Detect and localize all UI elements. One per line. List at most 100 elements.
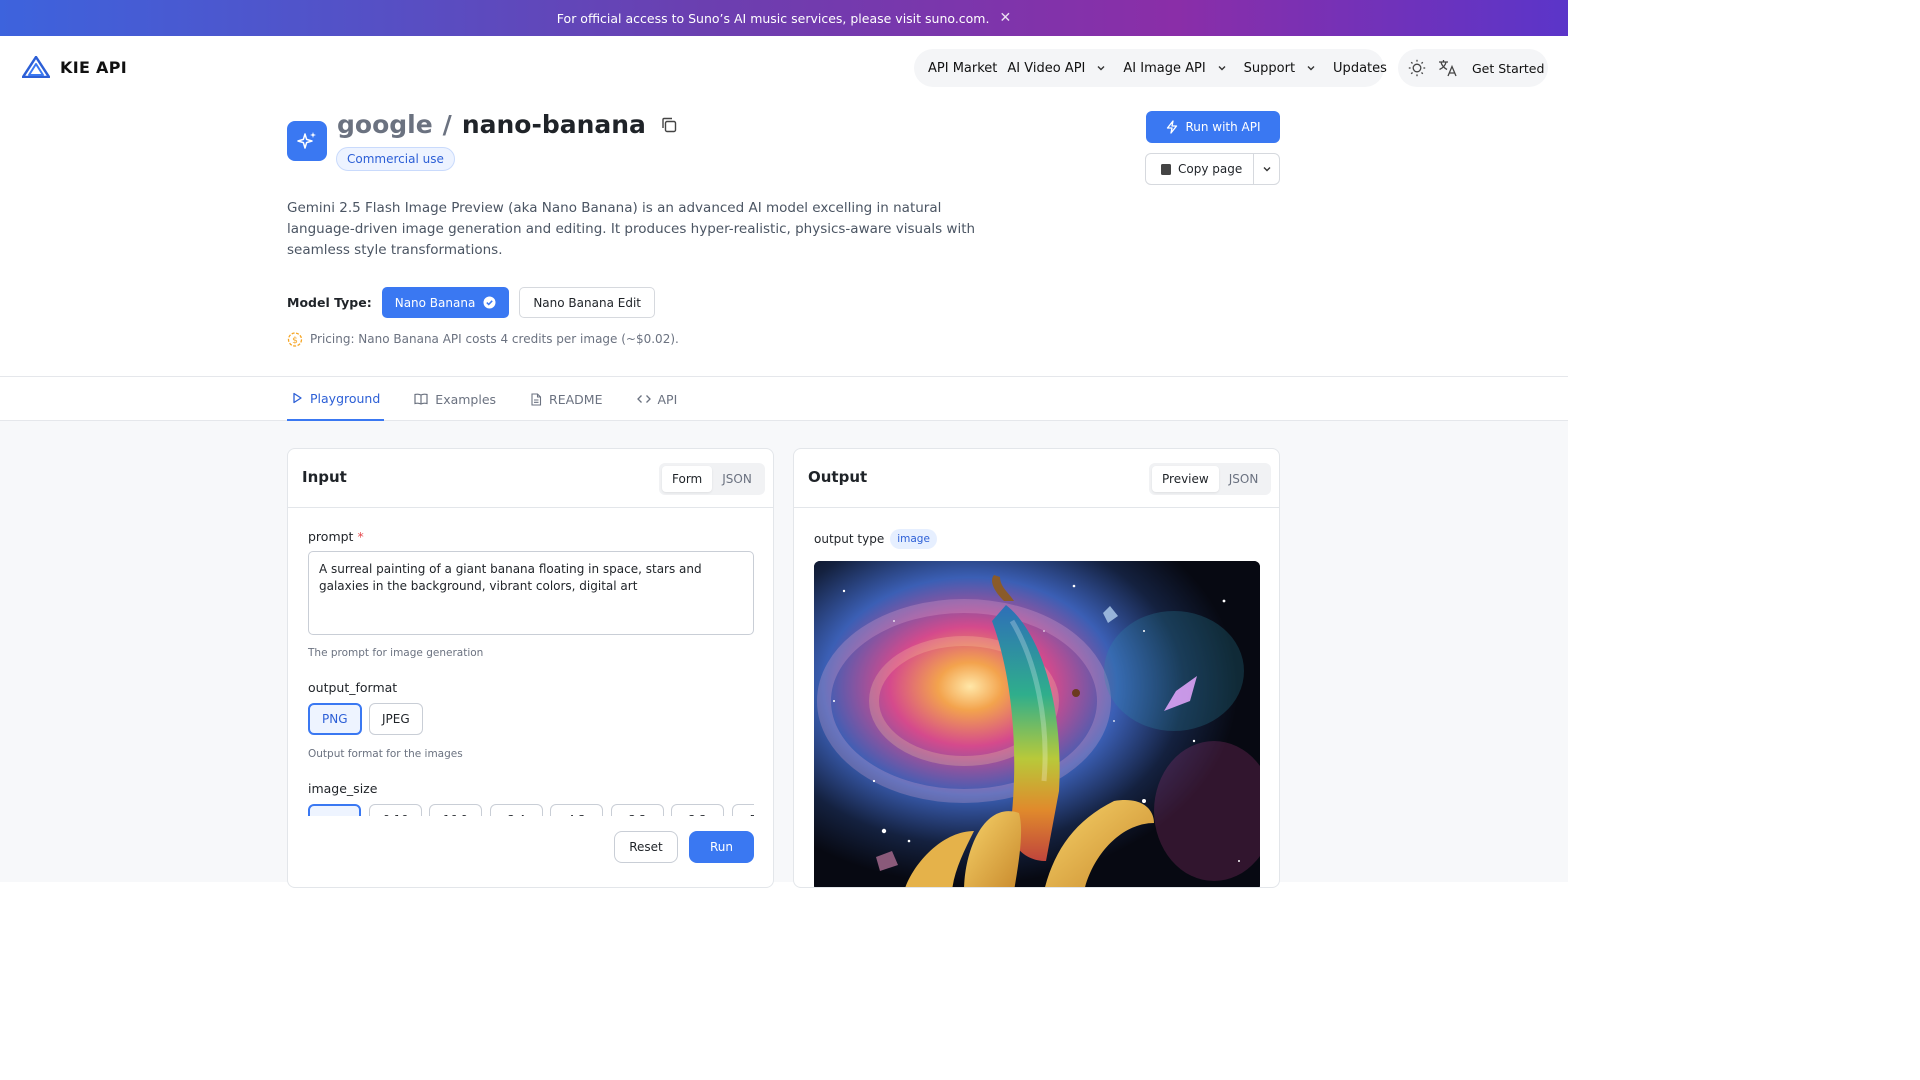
nav-ai-image-api[interactable]: AI Image API [1123,61,1233,76]
translate-icon[interactable] [1438,59,1458,77]
output-format-label: output_format [308,680,398,695]
kie-logo-icon [22,56,50,78]
output-panel-header: Output Preview JSON [794,449,1279,508]
format-png-button[interactable]: PNG [308,703,362,735]
playground-area [0,421,1568,882]
size-option[interactable]: 5:4 [732,804,754,816]
output-type-badge: image [890,529,937,549]
nav-updates[interactable]: Updates [1333,61,1387,76]
logo-text: KIE API [60,57,128,77]
output-panel: Output Preview JSON output type image [793,448,1280,888]
chevron-down-icon [1218,66,1226,71]
input-panel: Input Form JSON prompt * A surreal paint… [287,448,774,888]
mode-form[interactable]: Form [662,466,713,492]
model-type-nano-banana[interactable]: Nano Banana [381,287,510,318]
tab-examples[interactable]: Examples [410,377,500,421]
nav-label: Updates [1333,60,1387,76]
sparkles-icon [297,132,316,149]
chevron-down-icon [1263,167,1270,172]
prompt-hint: The prompt for image generation [308,647,484,659]
prompt-label-text: prompt [308,529,354,544]
title-separator: / [442,110,452,139]
play-icon [293,392,302,404]
banner-text: For official access to Suno’s AI music s… [556,10,990,26]
top-header: KIE API API Market AI Video API AI Image… [0,36,1568,101]
output-type-label: output type [814,532,885,546]
input-title: Input [302,468,347,486]
banana-space-image [814,561,1260,887]
model-avatar [287,121,327,161]
code-icon [636,395,651,403]
tab-label: README [549,391,603,407]
svg-text:$: $ [292,336,298,346]
model-owner: google [337,110,433,139]
size-option[interactable]: 16:9 [429,804,482,816]
size-option[interactable]: 2:3 [671,804,724,816]
lightning-icon [1167,120,1178,134]
output-image[interactable] [814,561,1260,887]
pricing-note: $ Pricing: Nano Banana API costs 4 credi… [287,331,679,347]
tab-readme[interactable]: README [526,377,606,421]
nav-api-market[interactable]: API Market [928,61,997,76]
prompt-input[interactable]: A surreal painting of a giant banana flo… [308,551,754,635]
nav-ai-video-api[interactable]: AI Video API [1007,61,1113,76]
close-icon[interactable]: ✕ [999,10,1011,26]
model-type-nano-banana-edit[interactable]: Nano Banana Edit [519,287,655,318]
logo[interactable]: KIE API [22,56,127,78]
copy-page-control: Copy page [1145,153,1280,185]
image-size-options: 1:1 9:16 16:9 3:4 4:3 3:2 2:3 5:4 [308,804,754,816]
announcement-banner: For official access to Suno’s AI music s… [0,0,1568,36]
commercial-use-badge: Commercial use [336,147,455,171]
pricing-text: Pricing: Nano Banana API costs 4 credits… [310,332,679,346]
nav-label: Support [1243,60,1296,76]
run-with-api-label: Run with API [1185,120,1261,134]
size-option[interactable]: 4:3 [550,804,603,816]
chevron-down-icon [1307,66,1315,71]
model-type-selector: Model Type: Nano Banana Nano Banana Edit [287,287,655,318]
reset-button[interactable]: Reset [614,831,678,863]
prompt-label: prompt * [308,529,364,544]
copy-page-dropdown[interactable] [1254,154,1279,184]
nav-label: AI Image API [1123,60,1206,76]
chevron-down-icon [1097,66,1105,71]
tab-label: Playground [310,390,381,406]
sun-icon[interactable] [1408,59,1426,77]
page-title: google / nano-banana [337,110,678,139]
mode-preview[interactable]: Preview [1152,466,1219,492]
mode-json[interactable]: JSON [1219,466,1269,492]
header-actions: Get Started [1398,49,1548,87]
output-title: Output [808,468,868,486]
input-panel-header: Input Form JSON [288,449,773,508]
copy-page-button[interactable]: Copy page [1146,154,1254,184]
copy-page-label: Copy page [1178,162,1243,176]
tab-bar: Playground Examples README API [0,376,1568,421]
format-jpeg-button[interactable]: JPEG [369,703,423,735]
output-mode-toggle: Preview JSON [1149,463,1272,495]
model-description: Gemini 2.5 Flash Image Preview (aka Nano… [287,200,976,258]
input-mode-toggle: Form JSON [659,463,765,495]
page-icon [1161,163,1171,175]
mode-json[interactable]: JSON [712,466,762,492]
get-started-link[interactable]: Get Started [1472,61,1544,76]
coin-icon: $ [287,332,303,347]
tab-label: API [657,391,678,407]
nav-label: AI Video API [1007,60,1086,76]
size-option[interactable]: 9:16 [369,804,422,816]
model-type-option-label: Nano Banana [394,295,476,310]
book-icon [414,393,428,405]
size-option[interactable]: 3:4 [490,804,543,816]
nav-support[interactable]: Support [1244,61,1323,76]
size-option[interactable]: 1:1 [308,804,361,816]
run-button[interactable]: Run [689,831,754,863]
check-circle-icon [483,296,496,309]
model-type-label: Model Type: [287,295,372,310]
nav-label: API Market [928,60,998,76]
image-size-label: image_size [308,781,378,796]
run-with-api-button[interactable]: Run with API [1146,111,1280,143]
size-option[interactable]: 3:2 [611,804,664,816]
tab-api[interactable]: API [633,377,682,421]
copy-icon[interactable] [660,116,678,134]
required-marker: * [357,529,364,544]
output-type: output type image [814,529,937,549]
tab-playground[interactable]: Playground [287,377,385,421]
